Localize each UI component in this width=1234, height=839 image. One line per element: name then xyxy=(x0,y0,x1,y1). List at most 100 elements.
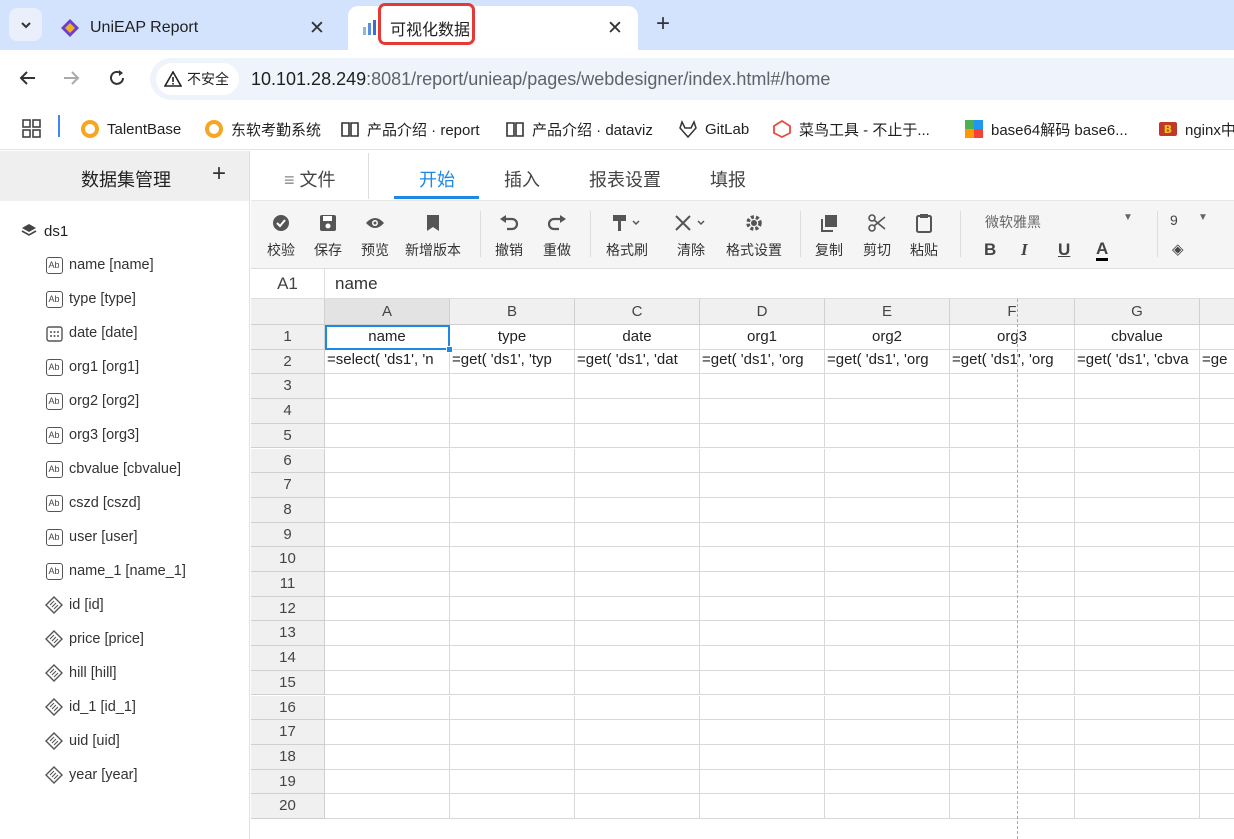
grid-cell[interactable] xyxy=(575,473,700,498)
fill-color-icon[interactable]: ◈ xyxy=(1172,240,1184,258)
grid-cell[interactable] xyxy=(700,572,825,597)
grid-cell[interactable] xyxy=(1200,671,1234,696)
grid-cell[interactable] xyxy=(700,448,825,474)
row-header[interactable]: 5 xyxy=(251,423,325,449)
column-header[interactable]: F xyxy=(950,299,1075,325)
grid-cell[interactable]: name xyxy=(325,325,450,350)
grid-cell[interactable] xyxy=(1075,596,1200,622)
grid-cell[interactable]: =get( 'ds1', 'org xyxy=(700,349,825,375)
grid-cell[interactable] xyxy=(825,670,950,696)
address-bar[interactable]: 不安全 10.101.28.249:8081/report/unieap/pag… xyxy=(150,58,1234,100)
grid-cell[interactable] xyxy=(575,423,700,449)
undo-button[interactable]: 撤销 xyxy=(495,211,523,260)
grid-cell[interactable] xyxy=(575,596,700,622)
save-button[interactable]: 保存 xyxy=(314,211,342,260)
grid-cell[interactable] xyxy=(825,473,950,498)
tab-search-button[interactable] xyxy=(9,8,42,41)
grid-cell[interactable] xyxy=(950,522,1075,548)
grid-cell[interactable] xyxy=(825,572,950,597)
row-header[interactable]: 20 xyxy=(251,794,325,819)
underline-icon[interactable]: U xyxy=(1058,240,1070,260)
grid-cell[interactable] xyxy=(325,596,450,622)
grid-cell[interactable] xyxy=(325,794,450,819)
grid-cell[interactable] xyxy=(950,646,1075,671)
clear-button[interactable]: 清除 xyxy=(674,211,708,260)
grid-cell[interactable] xyxy=(825,695,950,721)
bookmark-dataviz[interactable]: 产品介绍 · dataviz xyxy=(505,116,653,142)
grid-cell[interactable] xyxy=(700,670,825,696)
row-header[interactable]: 17 xyxy=(251,720,325,745)
grid-cell[interactable] xyxy=(700,621,825,647)
bookmark-gitlab[interactable]: GitLab xyxy=(678,116,749,142)
grid-cell[interactable] xyxy=(450,621,575,647)
grid-cell[interactable] xyxy=(825,720,950,745)
grid-cell[interactable] xyxy=(950,473,1075,498)
grid-cell[interactable] xyxy=(700,374,825,400)
grid-cell[interactable] xyxy=(1200,720,1234,745)
grid-cell[interactable] xyxy=(450,374,575,400)
back-icon[interactable] xyxy=(14,64,42,92)
bookmark-base64[interactable]: base64解码 base6... xyxy=(964,116,1128,142)
copy-button[interactable]: 复制 xyxy=(815,211,843,260)
grid-cell[interactable] xyxy=(825,522,950,548)
grid-cell[interactable] xyxy=(575,522,700,548)
italic-icon[interactable]: I xyxy=(1021,240,1028,260)
font-color-icon[interactable]: A xyxy=(1096,240,1109,261)
bookmark-runoob[interactable]: 菜鸟工具 - 不止于... xyxy=(772,116,930,142)
grid-cell[interactable]: org3 xyxy=(950,325,1075,350)
grid-cell[interactable] xyxy=(1200,498,1234,523)
field-item[interactable]: id_1 [id_1] xyxy=(45,695,136,719)
grid-cell[interactable] xyxy=(1200,745,1234,770)
format-settings-button[interactable]: 格式设置 xyxy=(726,211,782,260)
grid-cell[interactable] xyxy=(1200,572,1234,597)
grid-cell[interactable] xyxy=(1075,522,1200,548)
grid-cell[interactable] xyxy=(325,670,450,696)
preview-button[interactable]: 预览 xyxy=(361,211,389,260)
row-header[interactable]: 12 xyxy=(251,596,325,622)
forward-icon[interactable] xyxy=(57,64,85,92)
grid-cell[interactable] xyxy=(950,497,1075,523)
security-chip[interactable]: 不安全 xyxy=(156,63,239,95)
row-header[interactable]: 2 xyxy=(251,349,325,375)
grid-cell[interactable] xyxy=(825,794,950,819)
grid-cell[interactable] xyxy=(1200,424,1234,449)
grid-cell[interactable] xyxy=(700,423,825,449)
url-text[interactable]: 10.101.28.249:8081/report/unieap/pages/w… xyxy=(251,69,830,90)
bookmark-attendance[interactable]: 东软考勤系统 xyxy=(204,116,321,142)
grid-cell[interactable] xyxy=(1075,794,1200,819)
formula-input[interactable]: name xyxy=(335,274,378,294)
grid-cell[interactable] xyxy=(950,547,1075,572)
browser-tab-unieap[interactable]: UniEAP Report ✕ xyxy=(48,6,340,50)
cut-button[interactable]: 剪切 xyxy=(863,211,891,260)
row-header[interactable]: 8 xyxy=(251,497,325,523)
grid-cell[interactable]: date xyxy=(575,325,700,350)
grid-cell[interactable] xyxy=(1200,696,1234,721)
grid-cell[interactable] xyxy=(575,448,700,474)
grid-cell[interactable] xyxy=(700,744,825,770)
grid-cell[interactable] xyxy=(700,695,825,721)
grid-cell[interactable] xyxy=(1075,695,1200,721)
select-all-corner[interactable] xyxy=(251,299,325,325)
row-header[interactable]: 1 xyxy=(251,325,325,350)
grid-cell[interactable] xyxy=(950,695,1075,721)
grid-cell[interactable] xyxy=(325,448,450,474)
grid-cell[interactable] xyxy=(1200,646,1234,671)
row-header[interactable]: 4 xyxy=(251,399,325,424)
grid-cell[interactable] xyxy=(1075,473,1200,498)
grid-cell[interactable] xyxy=(450,473,575,498)
field-item[interactable]: Ab cszd [cszd] xyxy=(45,491,141,515)
grid-cell[interactable] xyxy=(1075,670,1200,696)
grid-cell[interactable] xyxy=(825,596,950,622)
grid-cell[interactable] xyxy=(950,423,1075,449)
grid-cell[interactable] xyxy=(1075,769,1200,795)
spreadsheet-grid[interactable]: A B C D E F G 1 name type date org1 org2 org3 cbvalue 2… xyxy=(251,299,1234,839)
grid-cell[interactable] xyxy=(950,794,1075,819)
grid-cell[interactable] xyxy=(450,769,575,795)
grid-cell[interactable] xyxy=(450,522,575,548)
grid-cell[interactable] xyxy=(575,497,700,523)
column-header[interactable]: C xyxy=(575,299,700,325)
row-header[interactable]: 11 xyxy=(251,572,325,597)
browser-tab-visual-data[interactable]: 可视化数据 ✕ xyxy=(348,6,638,50)
bookmark-talentbase[interactable]: TalentBase xyxy=(80,116,181,142)
grid-cell[interactable] xyxy=(1200,597,1234,622)
